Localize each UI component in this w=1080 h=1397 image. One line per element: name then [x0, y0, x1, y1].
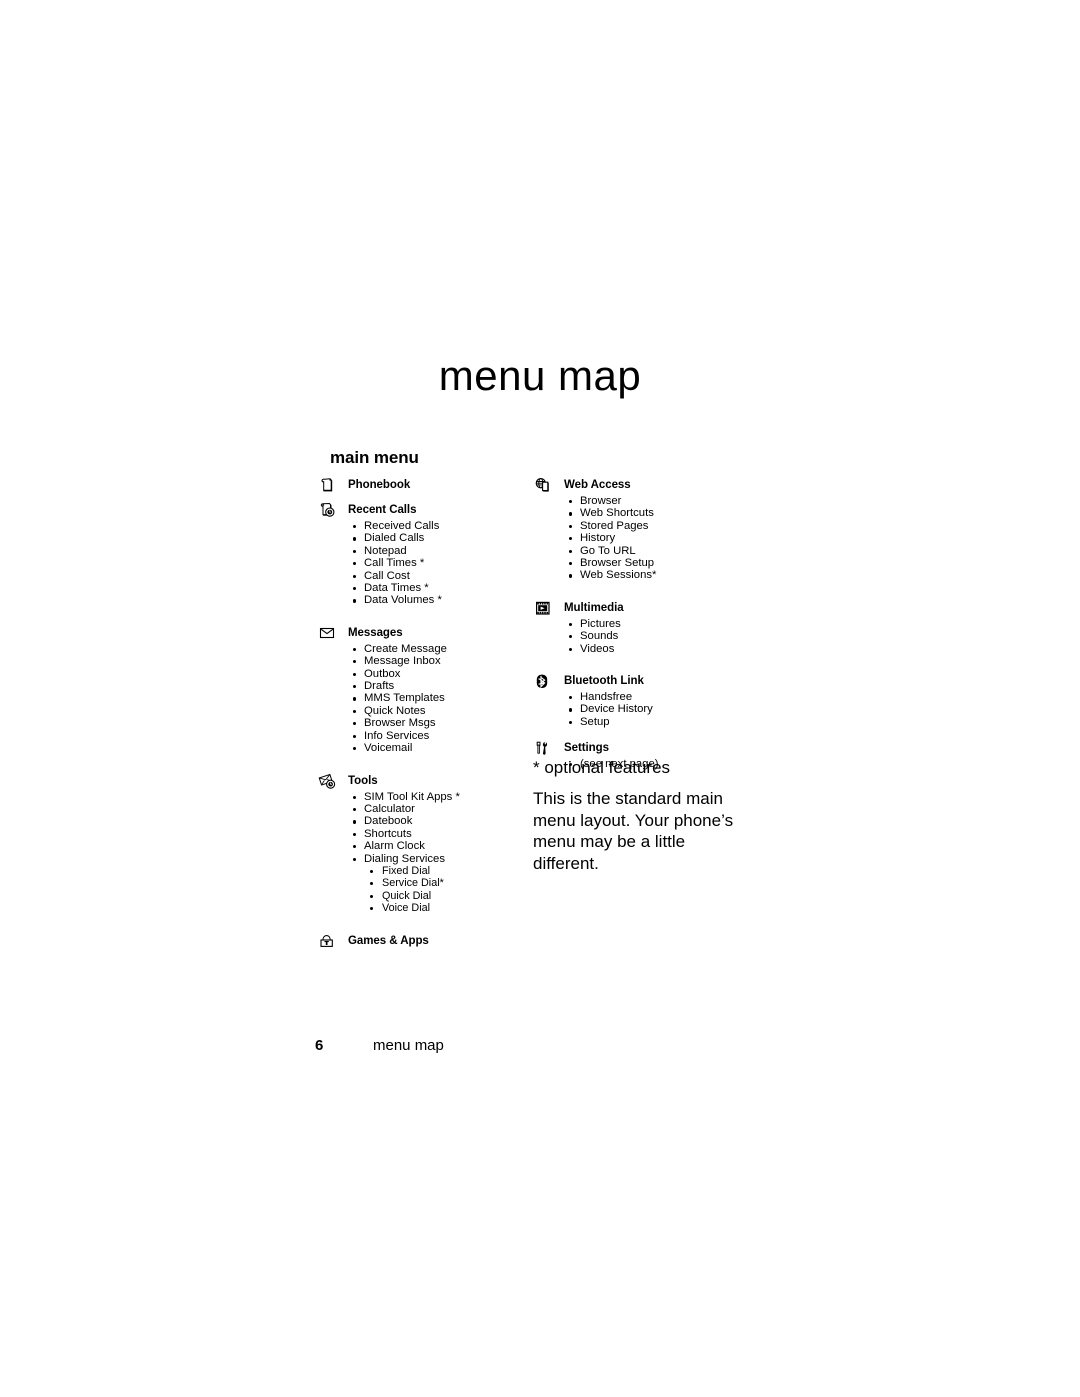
menu-group-tools: Tools SIM Tool Kit Apps * Calculator Dat… — [318, 773, 528, 915]
menu-group-title: Games & Apps — [348, 934, 429, 947]
menu-subitem-list: Fixed Dial Service Dial* Quick Dial Voic… — [364, 865, 528, 915]
menu-group-header: Multimedia — [534, 601, 749, 618]
menu-group-title: Messages — [348, 626, 403, 639]
web-access-icon — [534, 477, 556, 494]
list-item: Dialed Calls — [348, 532, 528, 544]
menu-group-web-access: Web Access Browser Web Shortcuts Stored … — [534, 478, 749, 582]
list-item: Browser Msgs — [348, 717, 528, 729]
list-item: Data Volumes * — [348, 594, 528, 606]
menu-item-list: Received Calls Dialed Calls Notepad Call… — [318, 520, 528, 607]
menu-group-recent-calls: Recent Calls Received Calls Dialed Calls… — [318, 502, 528, 607]
list-item: Setup — [564, 716, 749, 728]
list-item: Pictures — [564, 618, 749, 630]
list-item: Web Sessions* — [564, 569, 749, 581]
list-item: Message Inbox — [348, 655, 528, 667]
menu-group-title: Multimedia — [564, 601, 624, 614]
footer-page-number: 6 — [315, 1037, 324, 1054]
list-item: Device History — [564, 703, 749, 715]
menu-column-left: Phonebook Recent Calls Received Calls Di… — [318, 478, 528, 959]
list-item: Outbox — [348, 668, 528, 680]
menu-item-list: Browser Web Shortcuts Stored Pages Histo… — [534, 495, 749, 582]
list-item: Quick Dial — [364, 890, 528, 902]
list-item: Dialing Services Fixed Dial Service Dial… — [348, 853, 528, 915]
list-item: Voicemail — [348, 742, 528, 754]
menu-item-list: Handsfree Device History Setup — [534, 691, 749, 728]
list-item: Data Times * — [348, 582, 528, 594]
menu-group-header: Recent Calls — [318, 502, 528, 520]
games-apps-icon — [318, 933, 340, 950]
menu-group-header: Settings — [534, 741, 749, 758]
menu-group-title: Phonebook — [348, 479, 411, 491]
footer-chapter-label: menu map — [373, 1037, 444, 1054]
list-item: History — [564, 532, 749, 544]
list-item: Datebook — [348, 815, 528, 827]
menu-group-header: Bluetooth Link — [534, 674, 749, 691]
list-item: Info Services — [348, 730, 528, 742]
menu-item-list: SIM Tool Kit Apps * Calculator Datebook … — [318, 791, 528, 915]
list-item: Notepad — [348, 545, 528, 557]
list-item: Fixed Dial — [364, 865, 528, 877]
list-item: Received Calls — [348, 520, 528, 532]
menu-group-title: Web Access — [564, 479, 631, 491]
menu-group-bluetooth-link: Bluetooth Link Handsfree Device History … — [534, 674, 749, 728]
menu-group-multimedia: Multimedia Pictures Sounds Videos — [534, 601, 749, 655]
list-item: Stored Pages — [564, 520, 749, 532]
phonebook-icon — [318, 477, 340, 494]
list-item: Create Message — [348, 643, 528, 655]
recent-calls-icon — [318, 502, 340, 519]
tools-icon — [318, 773, 340, 790]
menu-group-phonebook: Phonebook — [318, 478, 528, 495]
list-item: Browser — [564, 495, 749, 507]
list-item: Calculator — [348, 803, 528, 815]
list-item: Sounds — [564, 630, 749, 642]
section-heading: main menu — [330, 448, 419, 467]
list-item: Go To URL — [564, 545, 749, 557]
page-footer: 6 menu map — [315, 1037, 444, 1054]
list-item: Quick Notes — [348, 705, 528, 717]
menu-item-list: Pictures Sounds Videos — [534, 618, 749, 655]
list-item: Call Times * — [348, 557, 528, 569]
bluetooth-icon — [534, 673, 556, 690]
list-item: Web Shortcuts — [564, 507, 749, 519]
menu-group-header: Messages — [318, 626, 528, 643]
menu-group-header: Web Access — [534, 478, 749, 495]
list-item: Browser Setup — [564, 557, 749, 569]
list-item: Call Cost — [348, 570, 528, 582]
menu-group-header: Games & Apps — [318, 934, 528, 951]
page-title: menu map — [438, 352, 642, 399]
list-item: Drafts — [348, 680, 528, 692]
list-item: Handsfree — [564, 691, 749, 703]
menu-group-title: Settings — [564, 742, 609, 755]
optional-features-note: * optional features — [533, 758, 671, 777]
layout-disclaimer-note: This is the standard main menu layout. Y… — [533, 789, 734, 873]
list-item: Shortcuts — [348, 828, 528, 840]
multimedia-icon — [534, 600, 556, 617]
menu-group-title: Tools — [348, 774, 378, 787]
list-item: MMS Templates — [348, 692, 528, 704]
menu-item-list: Create Message Message Inbox Outbox Draf… — [318, 643, 528, 755]
list-item: Videos — [564, 643, 749, 655]
settings-icon — [534, 740, 556, 757]
menu-group-title: Bluetooth Link — [564, 675, 644, 688]
menu-group-header: Phonebook — [318, 478, 528, 495]
list-item: Service Dial* — [364, 877, 528, 889]
list-item: Voice Dial — [364, 902, 528, 914]
menu-group-title: Recent Calls — [348, 504, 417, 516]
list-item: Alarm Clock — [348, 840, 528, 852]
menu-group-games-apps: Games & Apps — [318, 934, 528, 951]
manual-page: menu map main menu Phonebook Recent Call… — [0, 0, 1080, 1397]
menu-group-header: Tools — [318, 773, 528, 791]
menu-group-messages: Messages Create Message Message Inbox Ou… — [318, 626, 528, 755]
messages-icon — [318, 625, 340, 642]
menu-column-right: Web Access Browser Web Shortcuts Stored … — [534, 478, 749, 779]
list-item: SIM Tool Kit Apps * — [348, 791, 528, 803]
